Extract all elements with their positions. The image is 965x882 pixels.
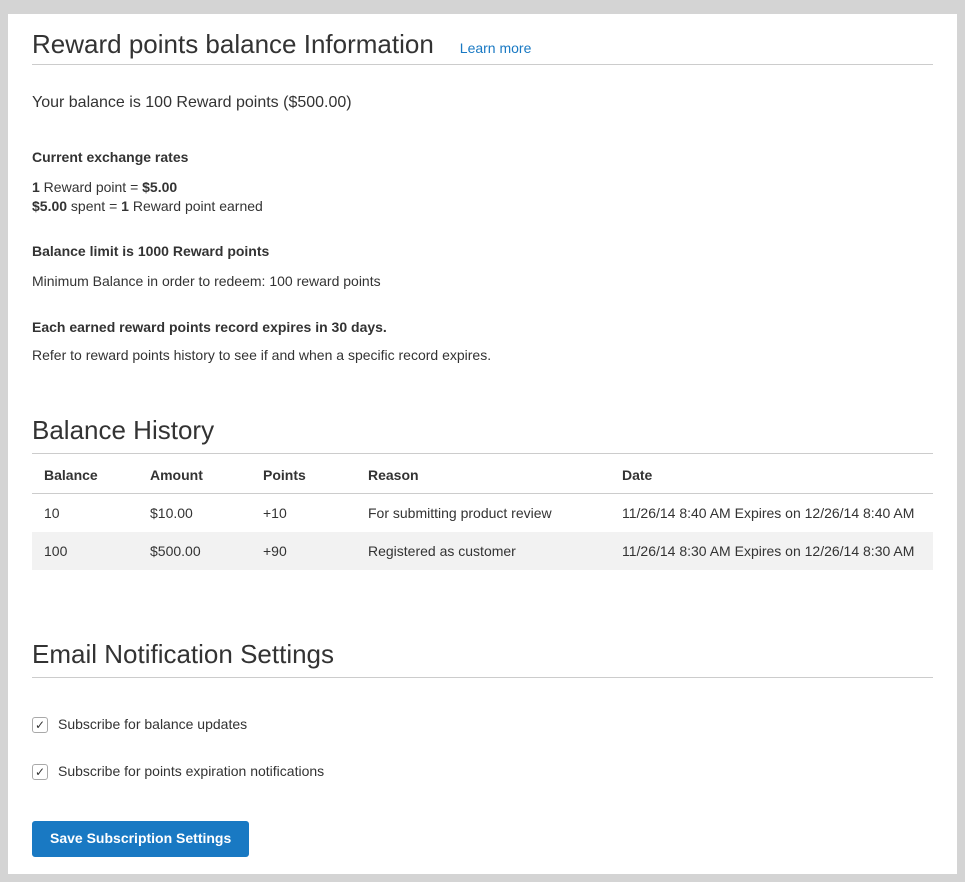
save-subscription-settings-button[interactable]: Save Subscription Settings [32, 821, 249, 857]
email-settings-divider [32, 677, 933, 678]
cell-balance: 10 [32, 494, 138, 533]
cell-date: 11/26/14 8:40 AM Expires on 12/26/14 8:4… [610, 494, 933, 533]
cell-balance: 100 [32, 532, 138, 570]
expiry-rule: Each earned reward points record expires… [32, 318, 933, 336]
cell-amount: $10.00 [138, 494, 251, 533]
balance-limit: Balance limit is 1000 Reward points [32, 242, 933, 260]
expiry-note: Refer to reward points history to see if… [32, 346, 933, 364]
subscribe-balance-updates-option: Subscribe for balance updates [32, 716, 933, 733]
column-header-balance: Balance [32, 454, 138, 494]
page-background: { "page": { "title": "Reward points bala… [0, 0, 965, 882]
learn-more-link[interactable]: Learn more [460, 40, 532, 56]
subscribe-balance-updates-checkbox[interactable] [32, 717, 48, 733]
balance-history-table: Balance Amount Points Reason Date 10 $10… [32, 454, 933, 570]
subscribe-balance-updates-label[interactable]: Subscribe for balance updates [58, 716, 247, 733]
header-divider [32, 64, 933, 65]
balance-summary: Your balance is 100 Reward points ($500.… [32, 92, 933, 114]
column-header-points: Points [251, 454, 356, 494]
cell-reason: Registered as customer [356, 532, 610, 570]
table-row: 100 $500.00 +90 Registered as customer 1… [32, 532, 933, 570]
reward-points-panel: Reward points balance Information Learn … [8, 14, 957, 874]
column-header-amount: Amount [138, 454, 251, 494]
cell-date: 11/26/14 8:30 AM Expires on 12/26/14 8:3… [610, 532, 933, 570]
email-settings-title: Email Notification Settings [32, 637, 933, 671]
table-row: 10 $10.00 +10 For submitting product rev… [32, 494, 933, 533]
subscribe-expiration-checkbox[interactable] [32, 764, 48, 780]
balance-history-title: Balance History [32, 413, 933, 447]
cell-reason: For submitting product review [356, 494, 610, 533]
cell-points: +10 [251, 494, 356, 533]
subscribe-expiration-label[interactable]: Subscribe for points expiration notifica… [58, 763, 324, 780]
minimum-balance-note: Minimum Balance in order to redeem: 100 … [32, 272, 933, 290]
exchange-rates-heading: Current exchange rates [32, 148, 933, 166]
exchange-rates: 1 Reward point = $5.00 $5.00 spent = 1 R… [32, 178, 933, 216]
page-title: Reward points balance Information [32, 24, 434, 64]
page-header: Reward points balance Information Learn … [32, 24, 933, 64]
subscribe-expiration-option: Subscribe for points expiration notifica… [32, 763, 933, 780]
cell-amount: $500.00 [138, 532, 251, 570]
exchange-rate-line1: 1 Reward point = $5.00 [32, 179, 177, 195]
column-header-reason: Reason [356, 454, 610, 494]
exchange-rate-line2: $5.00 spent = 1 Reward point earned [32, 198, 263, 214]
column-header-date: Date [610, 454, 933, 494]
table-header-row: Balance Amount Points Reason Date [32, 454, 933, 494]
cell-points: +90 [251, 532, 356, 570]
